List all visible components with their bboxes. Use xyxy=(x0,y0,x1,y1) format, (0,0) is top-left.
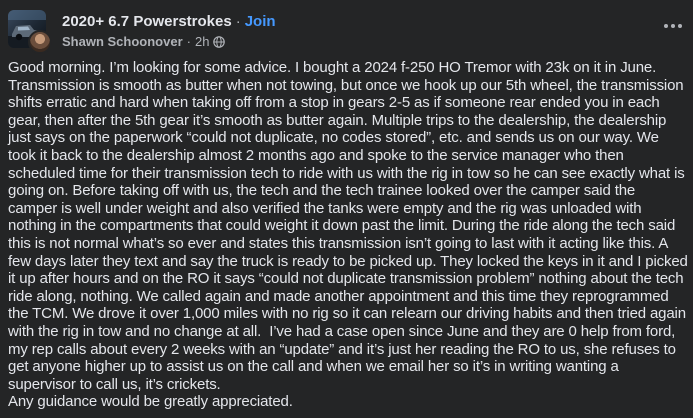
avatar-stack[interactable] xyxy=(8,10,52,54)
globe-icon xyxy=(213,36,226,48)
post-body: Good morning. I’m looking for some advic… xyxy=(8,59,688,411)
group-name-link[interactable]: 2020+ 6.7 Powerstrokes xyxy=(62,13,232,30)
post-timestamp[interactable]: 2h xyxy=(195,34,209,49)
more-options-button[interactable] xyxy=(661,16,685,36)
author-name-link[interactable]: Shawn Schoonover xyxy=(62,34,183,49)
byline: Shawn Schoonover · 2h xyxy=(62,33,622,51)
separator-dot: · xyxy=(235,13,241,30)
join-button[interactable]: Join xyxy=(245,13,276,30)
more-options-icon xyxy=(664,24,682,28)
title-line: 2020+ 6.7 Powerstrokes · Join xyxy=(62,12,622,32)
group-post: 2020+ 6.7 Powerstrokes · Join Shawn Schoon… xyxy=(0,0,693,418)
post-meta: 2020+ 6.7 Powerstrokes · Join Shawn Schoon… xyxy=(62,12,622,51)
post-header: 2020+ 6.7 Powerstrokes · Join Shawn Schoon… xyxy=(8,10,685,54)
separator-dot: · xyxy=(186,34,191,49)
author-avatar[interactable] xyxy=(28,30,52,54)
